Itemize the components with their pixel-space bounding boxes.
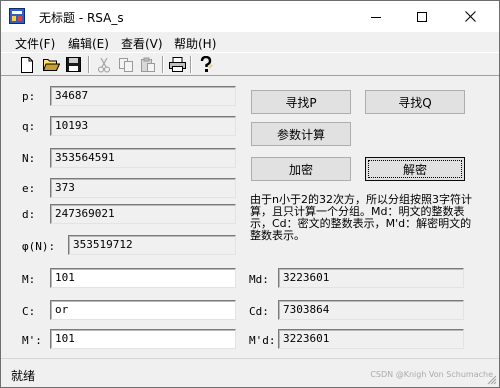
toolbar-separator xyxy=(88,56,90,73)
m-prime-label: M': xyxy=(22,334,42,347)
status-bar: 就绪 CSDN @Knigh Von Schumache xyxy=(1,358,499,387)
compute-params-button[interactable]: 参数计算 xyxy=(251,122,351,146)
print-button[interactable] xyxy=(167,55,187,74)
e-field[interactable]: 373 xyxy=(50,178,236,198)
n-field[interactable]: 353564591 xyxy=(50,148,236,168)
print-icon xyxy=(168,57,186,72)
toolbar xyxy=(1,52,499,76)
p-label: p: xyxy=(22,90,36,103)
open-button[interactable] xyxy=(41,55,61,74)
copy-button[interactable] xyxy=(116,55,136,74)
m-prime-input[interactable]: 101 xyxy=(50,329,236,349)
maximize-icon xyxy=(417,11,427,22)
q-label: q: xyxy=(22,120,36,133)
p-field[interactable]: 34687 xyxy=(50,86,236,106)
new-file-icon xyxy=(21,56,33,73)
find-q-button[interactable]: 寻找Q xyxy=(365,90,465,114)
d-label: d: xyxy=(22,208,36,221)
cut-button[interactable] xyxy=(94,55,114,74)
menu-edit[interactable]: 编辑(E) xyxy=(68,35,109,52)
c-label: C: xyxy=(22,305,36,318)
help-icon xyxy=(200,56,213,72)
status-text: 就绪 xyxy=(11,369,36,383)
md-field[interactable]: 3223601 xyxy=(278,268,464,288)
menu-help[interactable]: 帮助(H) xyxy=(174,35,216,52)
md-label: Md: xyxy=(249,273,269,286)
paste-icon xyxy=(141,57,155,72)
menu-bar: 文件(F) 编辑(E) 查看(V) 帮助(H) xyxy=(1,32,499,52)
save-icon xyxy=(65,57,81,72)
new-file-button[interactable] xyxy=(17,55,37,74)
cut-icon xyxy=(98,57,110,72)
q-field[interactable]: 10193 xyxy=(50,116,236,136)
e-label: e: xyxy=(22,182,36,195)
m-input[interactable]: 101 xyxy=(50,268,236,288)
cd-field[interactable]: 7303864 xyxy=(278,300,464,320)
d-field[interactable]: 247369021 xyxy=(50,204,236,224)
title-bar[interactable]: 无标题 - RSA_s xyxy=(1,1,499,32)
m-prime-d-field[interactable]: 3223601 xyxy=(278,329,464,349)
watermark-text: CSDN @Knigh Von Schumache xyxy=(370,370,493,379)
open-folder-icon xyxy=(42,59,60,71)
resize-grip-icon[interactable] xyxy=(487,375,497,385)
close-button[interactable] xyxy=(447,1,493,32)
paste-button[interactable] xyxy=(138,55,158,74)
find-p-button[interactable]: 寻找P xyxy=(251,90,351,114)
app-icon xyxy=(9,8,25,24)
menu-view[interactable]: 查看(V) xyxy=(121,35,163,52)
menu-file[interactable]: 文件(F) xyxy=(15,35,55,52)
minimize-button[interactable] xyxy=(353,1,399,32)
copy-icon xyxy=(119,57,133,72)
close-icon xyxy=(464,11,476,22)
form-area: p: 34687 q: 10193 N: 353564591 e: 373 d:… xyxy=(2,77,499,357)
c-input[interactable]: or xyxy=(50,300,236,320)
n-label: N: xyxy=(22,152,36,165)
window-title: 无标题 - RSA_s xyxy=(39,11,124,25)
encrypt-button[interactable]: 加密 xyxy=(251,157,351,181)
toolbar-separator xyxy=(190,56,192,73)
minimize-icon xyxy=(371,16,381,18)
description-text: 由于n小于2的32次方，所以分组按照3字符计算，且只计算一个分组。Md：明文的整… xyxy=(250,193,472,242)
toolbar-separator xyxy=(162,56,164,73)
save-button[interactable] xyxy=(63,55,83,74)
phi-field[interactable]: 353519712 xyxy=(68,235,236,255)
help-button[interactable] xyxy=(196,55,216,74)
app-window: 无标题 - RSA_s 文件(F) 编辑(E) 查看(V) 帮助(H) p: 3… xyxy=(0,0,500,388)
decrypt-button[interactable]: 解密 xyxy=(365,157,465,181)
m-label: M: xyxy=(22,273,36,286)
m-prime-d-label: M'd: xyxy=(249,334,276,347)
cd-label: Cd: xyxy=(249,305,269,318)
phi-label: φ(N): xyxy=(22,240,56,253)
maximize-button[interactable] xyxy=(399,1,445,32)
